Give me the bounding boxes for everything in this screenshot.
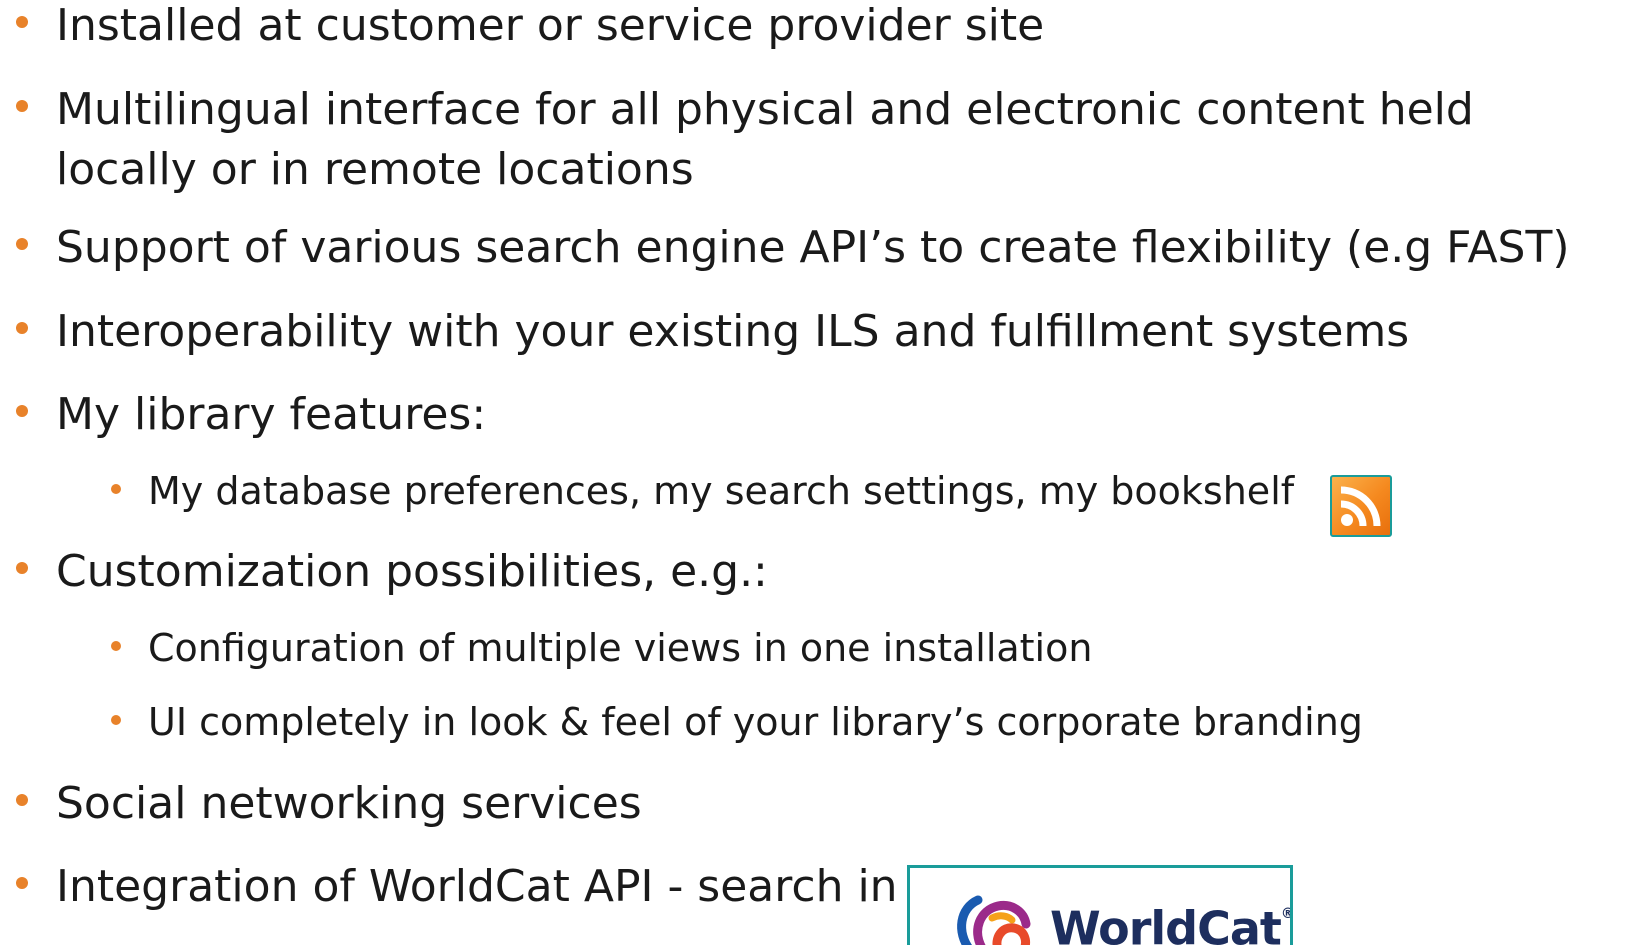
- bullet-dot-icon: [111, 641, 121, 651]
- worldcat-logo: WorldCat®: [907, 865, 1293, 945]
- bullet-worldcat-integration: Integration of WorldCat API - search in: [0, 857, 898, 917]
- bullet-text: Support of various search engine API’s t…: [56, 222, 1570, 273]
- rss-icon: [1330, 475, 1392, 537]
- bullet-dot-icon: [16, 877, 28, 889]
- bullet-dot-icon: [16, 16, 28, 28]
- bullet-dot-icon: [111, 715, 121, 725]
- bullet-text: Multilingual interface for all physical …: [56, 84, 1474, 195]
- bullet-dot-icon: [16, 405, 28, 417]
- bullet-multilingual-interface: Multilingual interface for all physical …: [0, 80, 1596, 200]
- bullet-search-engine-apis: Support of various search engine API’s t…: [0, 218, 1570, 278]
- bullet-dot-icon: [16, 794, 28, 806]
- worldcat-wordmark: WorldCat®: [1050, 894, 1293, 945]
- subbullet-corporate-branding: UI completely in look & feel of your lib…: [0, 697, 1363, 747]
- bullet-text: Installed at customer or service provide…: [56, 0, 1045, 51]
- bullet-text: Integration of WorldCat API - search in: [56, 861, 898, 912]
- bullet-social-networking: Social networking services: [0, 774, 642, 834]
- subbullet-multiple-views: Configuration of multiple views in one i…: [0, 623, 1092, 673]
- bullet-interoperability: Interoperability with your existing ILS …: [0, 302, 1409, 362]
- bullet-text: Customization possibilities, e.g.:: [56, 546, 768, 597]
- subbullet-preferences: My database preferences, my search setti…: [0, 466, 1294, 516]
- worldcat-swirl-icon: [957, 895, 1031, 945]
- bullet-dot-icon: [111, 484, 121, 494]
- bullet-dot-icon: [16, 100, 28, 112]
- bullet-text: Social networking services: [56, 778, 642, 829]
- bullet-dot-icon: [16, 562, 28, 574]
- bullet-dot-icon: [16, 238, 28, 250]
- bullet-text: Configuration of multiple views in one i…: [148, 626, 1093, 670]
- bullet-customization: Customization possibilities, e.g.:: [0, 542, 768, 602]
- worldcat-name: WorldCat: [1050, 901, 1282, 945]
- bullet-text: My database preferences, my search setti…: [148, 469, 1295, 513]
- worldcat-registered-mark: ®: [1280, 906, 1293, 922]
- bullet-my-library-features: My library features:: [0, 385, 486, 445]
- bullet-text: UI completely in look & feel of your lib…: [148, 700, 1363, 744]
- bullet-text: My library features:: [56, 389, 487, 440]
- bullet-installed-site: Installed at customer or service provide…: [0, 0, 1044, 56]
- bullet-dot-icon: [16, 322, 28, 334]
- bullet-text: Interoperability with your existing ILS …: [56, 306, 1410, 357]
